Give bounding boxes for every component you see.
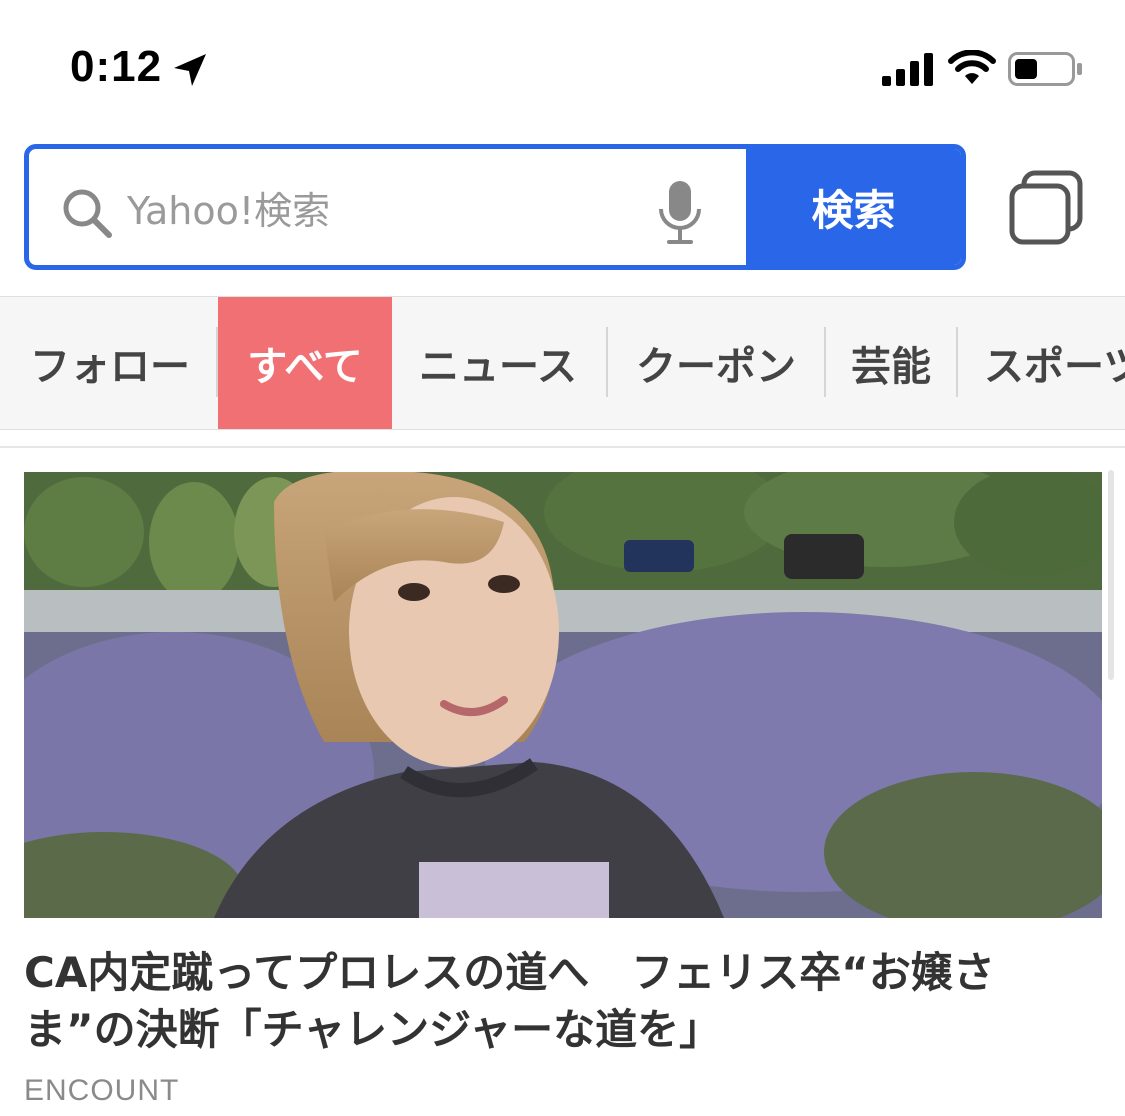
search-icon	[63, 189, 112, 238]
tab-news[interactable]: ニュース	[398, 297, 598, 429]
article-source: ENCOUNT	[24, 1074, 180, 1107]
tab-divider	[824, 327, 826, 397]
tab-follow[interactable]: フォロー	[10, 297, 210, 429]
article-image[interactable]	[24, 472, 1102, 918]
content-divider	[0, 446, 1125, 448]
battery-icon	[1008, 52, 1082, 86]
tabs-icon[interactable]	[1008, 170, 1084, 246]
tab-all[interactable]: すべて	[218, 297, 392, 429]
article-title[interactable]: CA内定蹴ってプロレスの道へ フェリス卒“お嬢さま”の決断「チャレンジャーな道を…	[24, 944, 1084, 1058]
search-row: 検索	[24, 144, 1104, 270]
scrollbar[interactable]	[1108, 470, 1114, 680]
tab-divider	[956, 327, 958, 397]
wifi-icon	[948, 50, 996, 84]
cellular-signal-icon	[882, 53, 933, 86]
status-time: 0:12	[70, 42, 163, 91]
tab-entertainment[interactable]: 芸能	[830, 297, 952, 429]
search-input[interactable]	[127, 181, 627, 241]
search-button[interactable]: 検索	[746, 149, 961, 265]
tab-divider	[606, 327, 608, 397]
category-tab-bar: フォロー すべて ニュース クーポン 芸能 スポーツ	[0, 296, 1125, 430]
status-bar: 0:12	[0, 0, 1125, 130]
tab-sports[interactable]: スポーツ	[962, 297, 1125, 429]
search-box: 検索	[24, 144, 966, 270]
tab-coupon[interactable]: クーポン	[612, 297, 820, 429]
microphone-icon[interactable]	[657, 179, 703, 245]
location-arrow-icon	[174, 54, 206, 86]
